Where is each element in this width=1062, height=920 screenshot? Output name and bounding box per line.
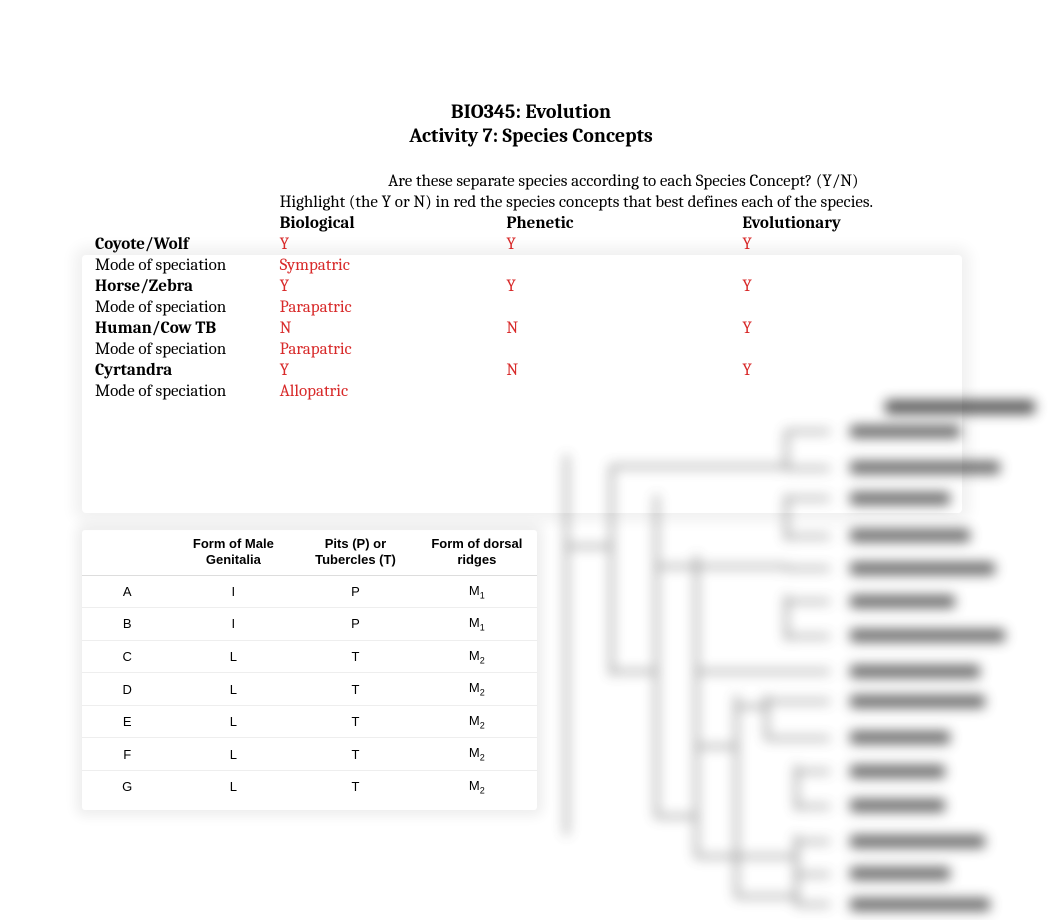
answer-cell: Y	[502, 276, 738, 297]
row-label: Coyote/Wolf	[91, 234, 276, 255]
morph-header-ridges: Form of dorsal ridges	[417, 530, 537, 575]
morph-ridges: M1	[417, 575, 537, 608]
mode-label: Mode of speciation	[91, 381, 276, 402]
morph-pits: P	[294, 608, 416, 641]
morph-id: E	[82, 705, 172, 738]
col-header-evolutionary: Evolutionary	[738, 213, 971, 234]
table-row: ELTM2	[82, 705, 537, 738]
table-row: BIPM1	[82, 608, 537, 641]
morph-genitalia: L	[172, 738, 294, 771]
morph-genitalia: I	[172, 608, 294, 641]
table-row: FLTM2	[82, 738, 537, 771]
table-row: Human/Cow TB N N Y	[91, 318, 971, 339]
table-row: Mode of speciation Parapatric	[91, 297, 971, 318]
morph-ridges: M2	[417, 640, 537, 673]
morph-genitalia: I	[172, 575, 294, 608]
table-row: Horse/Zebra Y Y Y	[91, 276, 971, 297]
morph-header-genitalia: Form of Male Genitalia	[172, 530, 294, 575]
mode-label: Mode of speciation	[91, 339, 276, 360]
answer-cell: Y	[276, 360, 503, 381]
answer-cell: Y	[738, 234, 971, 255]
mode-value: Sympatric	[276, 255, 503, 276]
row-label: Horse/Zebra	[91, 276, 276, 297]
morph-id: A	[82, 575, 172, 608]
morph-pits: T	[294, 705, 416, 738]
answer-cell: Y	[738, 360, 971, 381]
answer-cell: Y	[502, 234, 738, 255]
morph-id: G	[82, 771, 172, 803]
morph-genitalia: L	[172, 640, 294, 673]
morph-ridges: M2	[417, 673, 537, 706]
morph-header-pits: Pits (P) or Tubercles (T)	[294, 530, 416, 575]
morph-ridges: M1	[417, 608, 537, 641]
question-text: Are these separate species according to …	[276, 166, 971, 192]
morph-pits: P	[294, 575, 416, 608]
col-header-phenetic: Phenetic	[502, 213, 738, 234]
morph-id: D	[82, 673, 172, 706]
morph-id: F	[82, 738, 172, 771]
morph-genitalia: L	[172, 673, 294, 706]
morph-pits: T	[294, 673, 416, 706]
instruction-text: Highlight (the Y or N) in red the specie…	[276, 192, 971, 213]
title-block: BIO345: Evolution Activity 7: Species Co…	[0, 100, 1062, 148]
table-row: Mode of speciation Allopatric	[91, 381, 971, 402]
morph-ridges: M2	[417, 738, 537, 771]
answer-cell: N	[276, 318, 503, 339]
table-row: Cyrtandra Y N Y	[91, 360, 971, 381]
morph-id: B	[82, 608, 172, 641]
col-header-biological: Biological	[276, 213, 503, 234]
morph-pits: T	[294, 771, 416, 803]
mode-label: Mode of speciation	[91, 255, 276, 276]
answer-cell: Y	[276, 276, 503, 297]
morph-genitalia: L	[172, 705, 294, 738]
table-row: AIPM1	[82, 575, 537, 608]
table-row: GLTM2	[82, 771, 537, 803]
row-label: Human/Cow TB	[91, 318, 276, 339]
mode-value: Parapatric	[276, 297, 503, 318]
answer-cell: Y	[738, 318, 971, 339]
morph-pits: T	[294, 738, 416, 771]
table-row: DLTM2	[82, 673, 537, 706]
table-row: Mode of speciation Sympatric	[91, 255, 971, 276]
morph-ridges: M2	[417, 705, 537, 738]
activity-title: Activity 7: Species Concepts	[0, 124, 1062, 148]
table-row: Mode of speciation Parapatric	[91, 339, 971, 360]
morphology-table: Form of Male Genitalia Pits (P) or Tuber…	[82, 530, 537, 803]
answer-cell: N	[502, 318, 738, 339]
species-concepts-table: Are these separate species according to …	[91, 166, 971, 402]
phylogeny-figure-blurred	[555, 395, 1055, 920]
mode-value: Allopatric	[276, 381, 503, 402]
morph-header-id	[82, 530, 172, 575]
mode-value: Parapatric	[276, 339, 503, 360]
morph-genitalia: L	[172, 771, 294, 803]
table-row: Coyote/Wolf Y Y Y	[91, 234, 971, 255]
morph-ridges: M2	[417, 771, 537, 803]
row-label: Cyrtandra	[91, 360, 276, 381]
answer-cell: N	[502, 360, 738, 381]
mode-label: Mode of speciation	[91, 297, 276, 318]
answer-cell: Y	[738, 276, 971, 297]
course-title: BIO345: Evolution	[0, 100, 1062, 124]
answer-cell: Y	[276, 234, 503, 255]
morph-pits: T	[294, 640, 416, 673]
table-row: CLTM2	[82, 640, 537, 673]
morph-id: C	[82, 640, 172, 673]
